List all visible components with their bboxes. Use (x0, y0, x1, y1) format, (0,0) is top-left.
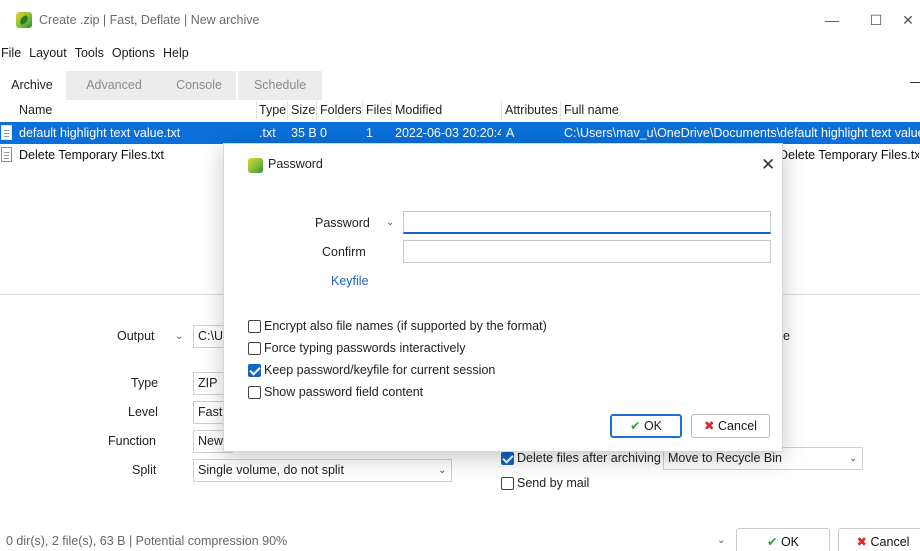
cross-icon: ✖ (704, 419, 715, 433)
column-type[interactable]: Type (259, 100, 286, 121)
password-input[interactable] (403, 211, 771, 234)
cancel-button[interactable]: ✖ Cancel (838, 528, 920, 551)
column-modified[interactable]: Modified (395, 100, 442, 121)
cancel-label: Cancel (870, 535, 910, 549)
column-full-name[interactable]: Full name (564, 100, 619, 121)
dialog-ok-label: OK (643, 419, 663, 433)
menu-help[interactable]: Help (162, 43, 194, 63)
ok-label: OK (780, 535, 800, 549)
column-divider (316, 101, 317, 120)
cell-name: Delete Temporary Files.txt (19, 148, 164, 162)
close-window-button[interactable]: ✕ (898, 10, 918, 30)
tab-schedule[interactable]: Schedule (238, 71, 322, 100)
column-attributes[interactable]: Attributes (505, 100, 558, 121)
show-password-checkbox[interactable] (248, 386, 261, 399)
show-password-label: Show password field content (264, 385, 424, 399)
split-value: Single volume, do not split (198, 463, 344, 477)
option-label-fragment: e (783, 329, 790, 343)
type-label: Type (131, 376, 159, 390)
tab-console[interactable]: Console (162, 71, 236, 100)
text-file-icon (1, 147, 12, 162)
keep-password-checkbox[interactable] (248, 364, 261, 377)
ok-button[interactable]: ✔ OK (736, 528, 830, 551)
output-label: Output (117, 329, 155, 343)
cell-full-name: Delete Temporary Files.txt (779, 148, 919, 162)
collapse-icon[interactable] (910, 82, 920, 83)
cross-icon: ✖ (856, 535, 868, 549)
chevron-down-icon[interactable]: ⌄ (386, 217, 394, 228)
cell-name: default highlight text value.txt (19, 126, 181, 140)
force-typing-label: Force typing passwords interactively (264, 341, 466, 355)
column-divider (287, 101, 288, 120)
column-size[interactable]: Size (291, 100, 315, 121)
level-label: Level (128, 405, 158, 419)
delete-mode-value: Move to Recycle Bin (668, 451, 782, 465)
title-bar: Create .zip | Fast, Deflate | New archiv… (0, 0, 920, 40)
checkmark-icon: ✔ (766, 535, 778, 549)
password-label: Password (315, 216, 370, 230)
force-typing-checkbox[interactable] (248, 342, 261, 355)
maximize-button[interactable]: ☐ (866, 10, 886, 30)
chevron-down-icon: ⌄ (438, 465, 447, 476)
tab-advanced[interactable]: Advanced (66, 71, 162, 100)
cell-full-name: C:\Users\mav_u\OneDrive\Documents\defaul… (564, 126, 920, 140)
cell-type: .txt (259, 126, 276, 140)
checkmark-icon: ✔ (629, 419, 641, 433)
column-divider (362, 101, 363, 120)
file-row-selected[interactable]: default highlight text value.txt .txt 35… (0, 122, 920, 144)
menu-options[interactable]: Options (111, 43, 160, 63)
menu-layout[interactable]: Layout (28, 43, 72, 63)
delete-after-checkbox[interactable] (501, 452, 514, 465)
chevron-down-icon[interactable]: ⌄ (717, 535, 725, 546)
dialog-ok-button[interactable]: ✔ OK (610, 414, 682, 438)
window-title: Create .zip | Fast, Deflate | New archiv… (39, 13, 260, 27)
column-divider (391, 101, 392, 120)
tab-archive[interactable]: Archive (0, 71, 64, 100)
cell-files: 1 (366, 126, 373, 140)
cell-size: 35 B (291, 126, 317, 140)
keep-password-label: Keep password/keyfile for current sessio… (264, 363, 496, 377)
minimize-button[interactable]: — (822, 10, 842, 30)
encrypt-names-label: Encrypt also file names (if supported by… (264, 319, 547, 333)
cell-folders: 0 (320, 126, 327, 140)
column-divider (256, 101, 257, 120)
dialog-title: Password (268, 157, 323, 171)
cell-attributes: A (506, 126, 515, 140)
split-label: Split (132, 463, 157, 477)
keyfile-link[interactable]: Keyfile (331, 274, 369, 288)
dialog-cancel-label: Cancel (718, 419, 757, 433)
dialog-cancel-button[interactable]: ✖ Cancel (691, 414, 770, 438)
menu-file[interactable]: File (0, 43, 26, 63)
chevron-down-icon: ⌄ (849, 453, 858, 464)
confirm-label: Confirm (322, 245, 366, 259)
menu-tools[interactable]: Tools (74, 43, 109, 63)
send-mail-checkbox[interactable] (501, 477, 514, 490)
column-files[interactable]: Files (366, 100, 392, 121)
confirm-password-input[interactable] (403, 240, 771, 263)
password-dialog: Password ✕ Password ⌄ Confirm Keyfile En… (223, 143, 783, 452)
send-mail-label: Send by mail (517, 476, 590, 490)
column-name[interactable]: Name (19, 100, 52, 121)
status-bar-text: 0 dir(s), 2 file(s), 63 B | Potential co… (6, 534, 288, 548)
column-divider (501, 101, 502, 120)
function-label: Function (108, 434, 156, 448)
column-folders[interactable]: Folders (320, 100, 362, 121)
cell-modified: 2022-06-03 20:20:40 (395, 126, 501, 140)
menu-bar: File Layout Tools Options Help (0, 43, 196, 63)
column-divider (560, 101, 561, 120)
chevron-down-icon[interactable]: ⌄ (175, 331, 183, 342)
app-logo-icon (16, 12, 32, 28)
app-logo-icon (248, 158, 263, 173)
split-select[interactable]: Single volume, do not split ⌄ (193, 459, 452, 482)
delete-after-label: Delete files after archiving (517, 451, 661, 465)
text-file-icon (1, 125, 12, 140)
encrypt-names-checkbox[interactable] (248, 320, 261, 333)
close-icon[interactable]: ✕ (761, 155, 775, 175)
